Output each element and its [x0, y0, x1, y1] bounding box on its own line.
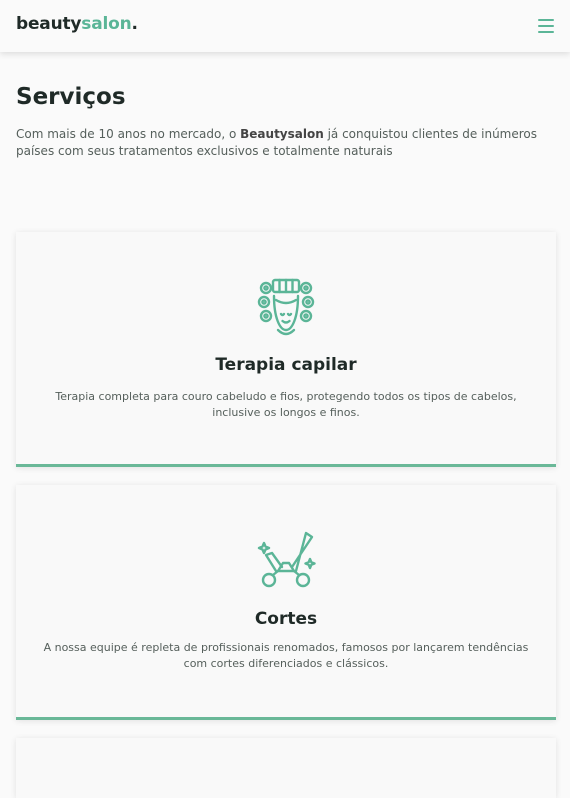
logo[interactable]: beautysalon.	[16, 14, 138, 34]
card-title: Cortes	[254, 609, 318, 629]
card-title: Terapia capilar	[215, 355, 357, 375]
description-brand: Beautysalon	[240, 127, 324, 141]
logo-text-beauty: beauty	[16, 14, 82, 34]
logo-text-salon: salon	[81, 14, 132, 34]
section-description: Com mais de 10 anos no mercado, o Beauty…	[16, 126, 561, 160]
scissors-icon	[257, 531, 316, 588]
menu-button[interactable]	[535, 16, 557, 36]
description-text-start: Com mais de 10 anos no mercado, o	[16, 127, 241, 141]
logo-dot: .	[131, 14, 138, 34]
card-description: Terapia completa para couro cabeludo e f…	[55, 390, 517, 419]
service-card-haircuts: Cortes A nossa equipe é repleta de profi…	[16, 485, 556, 720]
card-description: A nossa equipe é repleta de profissionai…	[43, 641, 529, 670]
hair-rollers-icon	[257, 278, 315, 336]
section-title: Serviços	[16, 84, 126, 110]
hamburger-menu-icon	[538, 19, 554, 33]
service-card-partial	[16, 738, 556, 798]
service-card-hair-therapy: Terapia capilar Terapia completa para co…	[16, 232, 556, 467]
site-header: beautysalon.	[0, 0, 570, 52]
